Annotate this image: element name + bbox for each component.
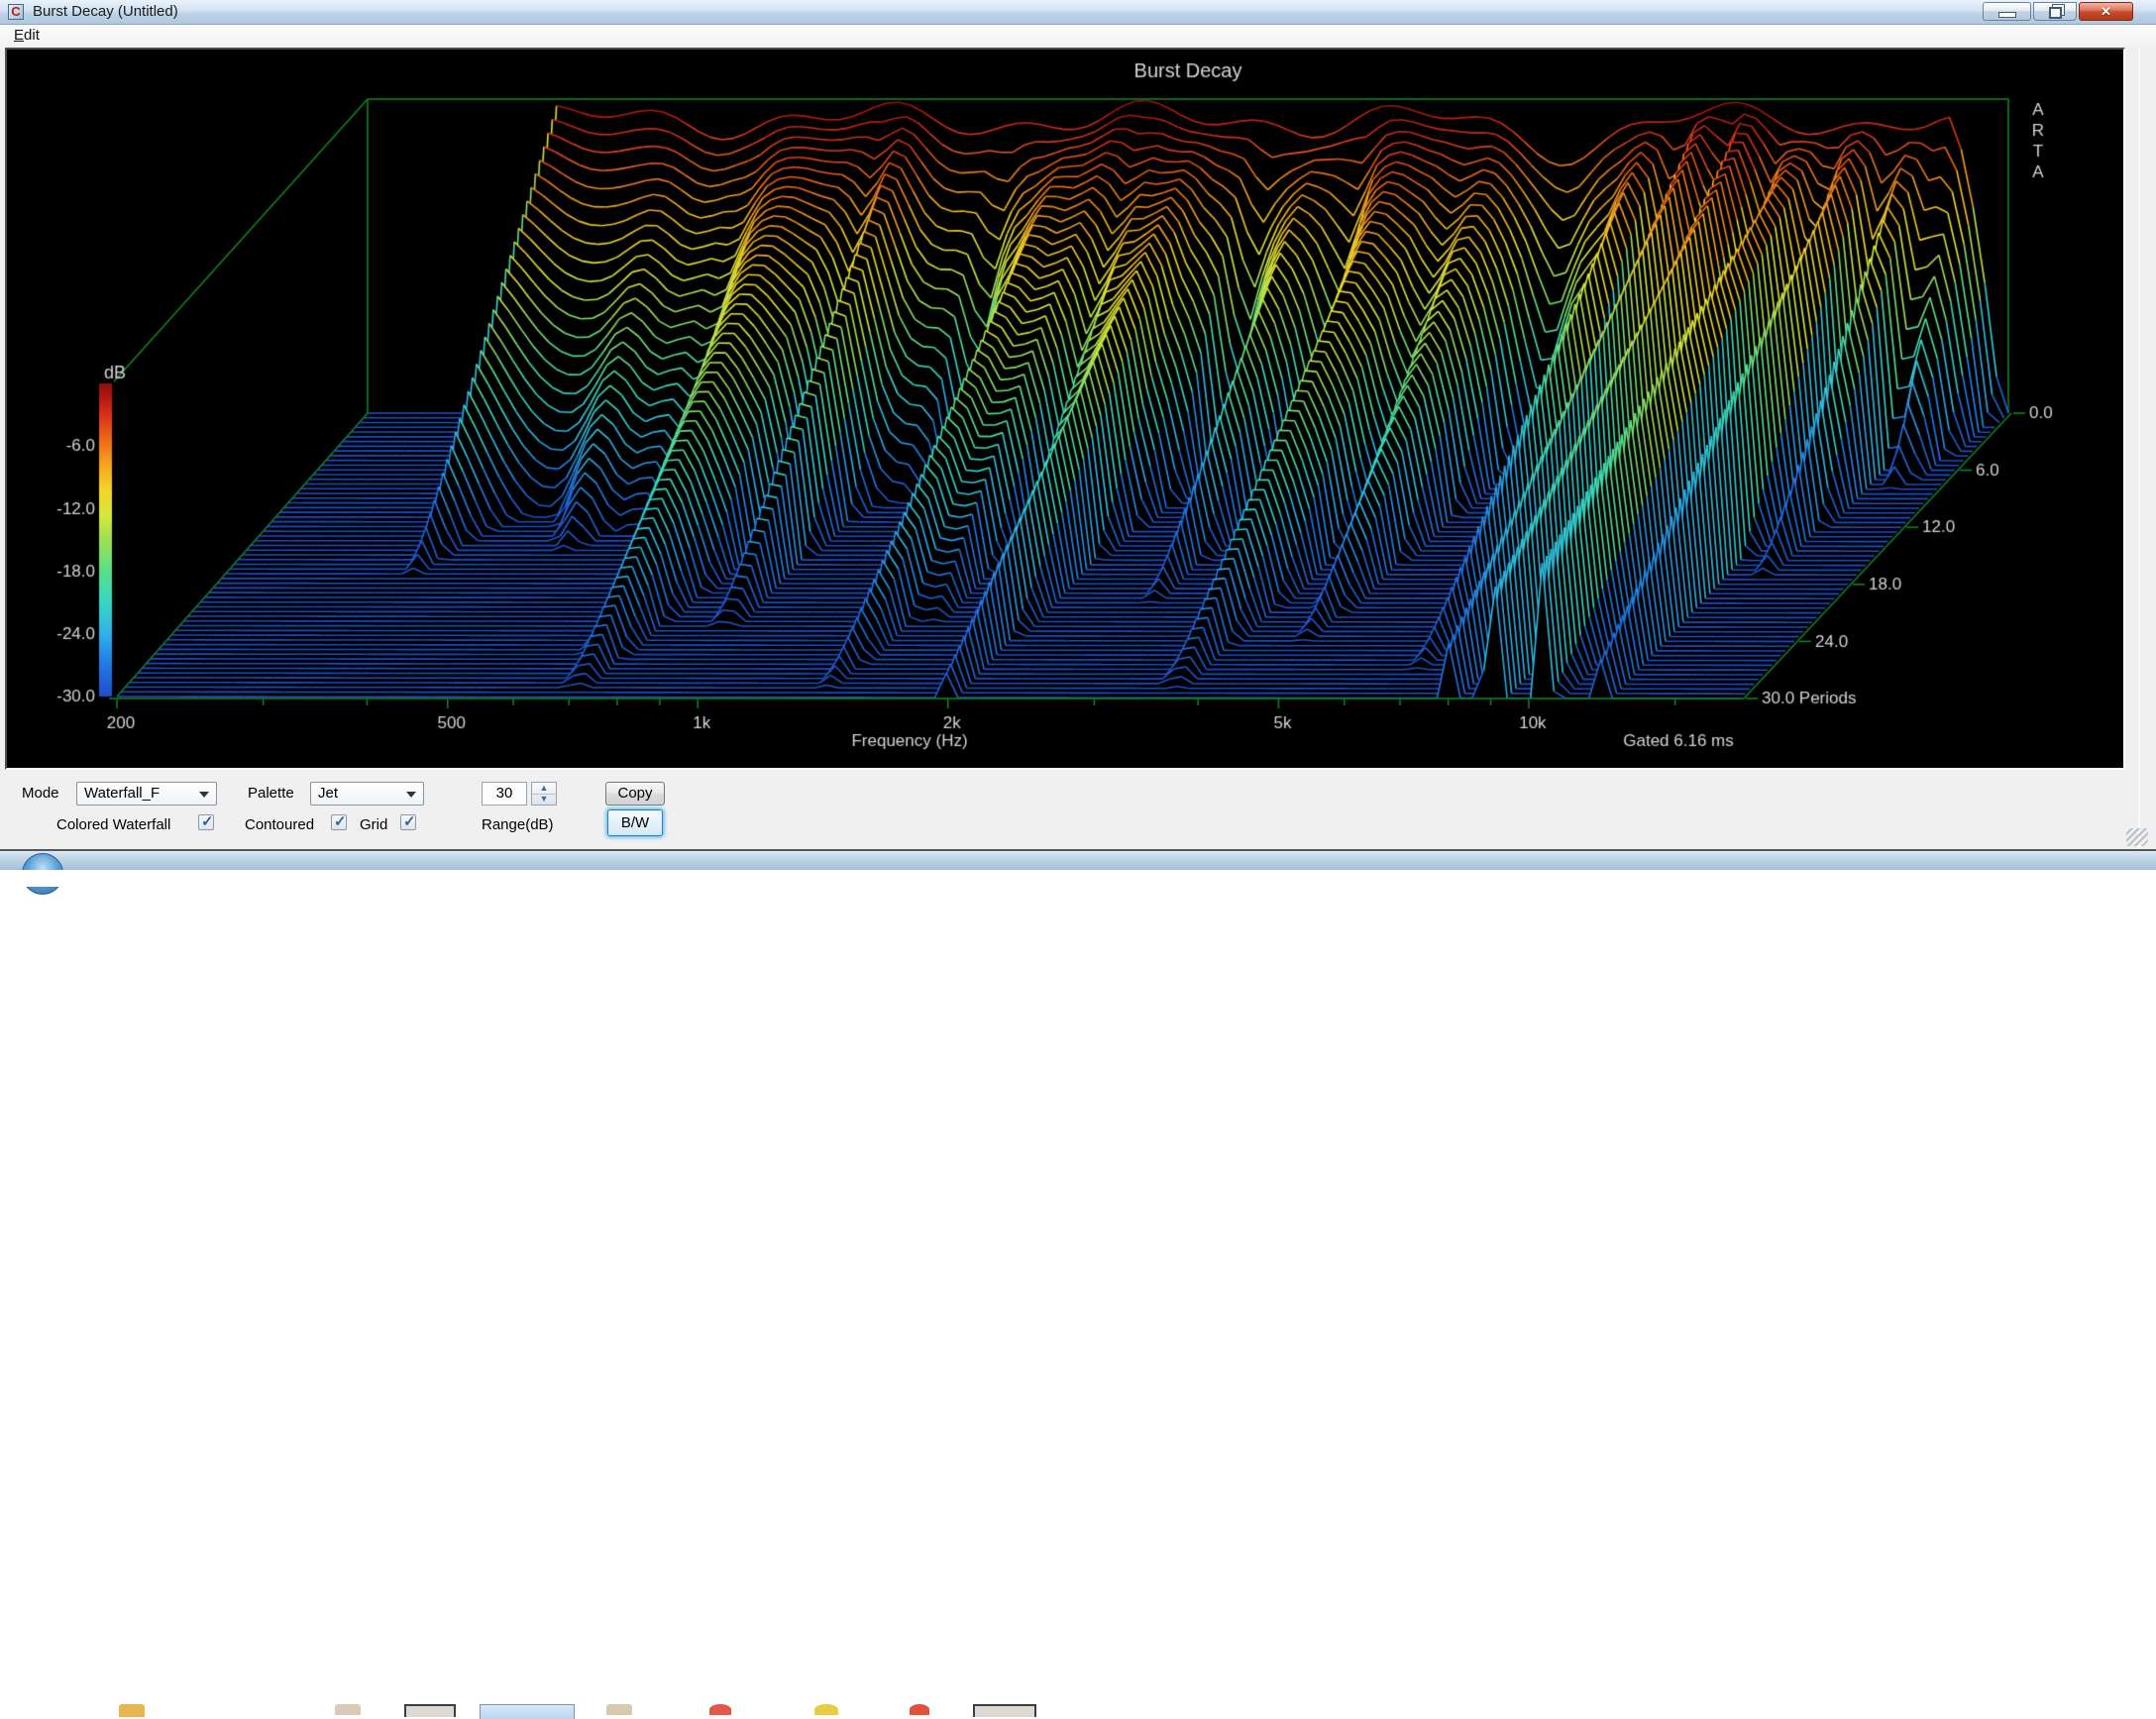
bw-button[interactable]: B/W [607, 809, 663, 836]
close-button[interactable]: ✕ [2079, 2, 2133, 21]
window-title: Burst Decay (Untitled) [33, 0, 178, 24]
taskbar-item[interactable] [480, 1704, 575, 1719]
title-bar[interactable]: C Burst Decay (Untitled) ✕ [0, 0, 2156, 25]
close-icon: ✕ [2080, 3, 2132, 20]
taskbar-item[interactable] [814, 1704, 838, 1715]
chevron-down-icon [406, 792, 416, 798]
maximize-icon [2049, 7, 2062, 19]
mode-label: Mode [22, 782, 59, 806]
grid-checkbox[interactable] [400, 814, 416, 830]
chevron-down-icon [199, 792, 209, 798]
screen: { "window": { "title": "Burst Decay (Unt… [0, 0, 2156, 887]
background-window-strip [0, 870, 2156, 887]
colored-waterfall-checkbox[interactable] [198, 814, 214, 830]
copy-button[interactable]: Copy [605, 782, 665, 806]
contoured-checkbox[interactable] [331, 814, 347, 830]
spin-down-icon[interactable]: ▼ [532, 794, 556, 805]
minimize-icon [1998, 12, 2016, 18]
mode-dropdown[interactable]: Waterfall_F [76, 782, 217, 806]
colored-waterfall-label: Colored Waterfall [56, 813, 170, 837]
taskbar-item[interactable] [404, 1704, 456, 1717]
taskbar [0, 849, 2156, 870]
contoured-label: Contoured [245, 813, 314, 837]
window-frame-line [2138, 47, 2140, 849]
palette-dropdown[interactable]: Jet [310, 782, 424, 806]
maximize-button[interactable] [2033, 2, 2077, 21]
range-db-label: Range(dB) [482, 813, 554, 837]
taskbar-item[interactable] [973, 1704, 1036, 1717]
taskbar-item[interactable] [119, 1704, 145, 1717]
app-icon: C [8, 4, 24, 20]
taskbar-item[interactable] [335, 1704, 361, 1715]
palette-label: Palette [248, 782, 294, 806]
menu-item-edit[interactable]: Edit [7, 25, 47, 47]
plot-frame [5, 48, 2125, 770]
mode-dropdown-value: Waterfall_F [84, 785, 160, 802]
burst-decay-waterfall-canvas [7, 50, 2123, 768]
minimize-button[interactable] [1983, 2, 2031, 21]
menu-bar: Edit [0, 25, 2156, 48]
grid-label: Grid [360, 813, 387, 837]
palette-dropdown-value: Jet [318, 785, 338, 802]
range-spinner[interactable]: ▲ ▼ [531, 782, 557, 806]
taskbar-item[interactable] [709, 1704, 731, 1715]
range-input[interactable]: 30 [482, 782, 527, 806]
taskbar-item[interactable] [910, 1704, 929, 1715]
taskbar-item[interactable] [606, 1704, 632, 1715]
resize-grip[interactable] [2126, 828, 2148, 846]
